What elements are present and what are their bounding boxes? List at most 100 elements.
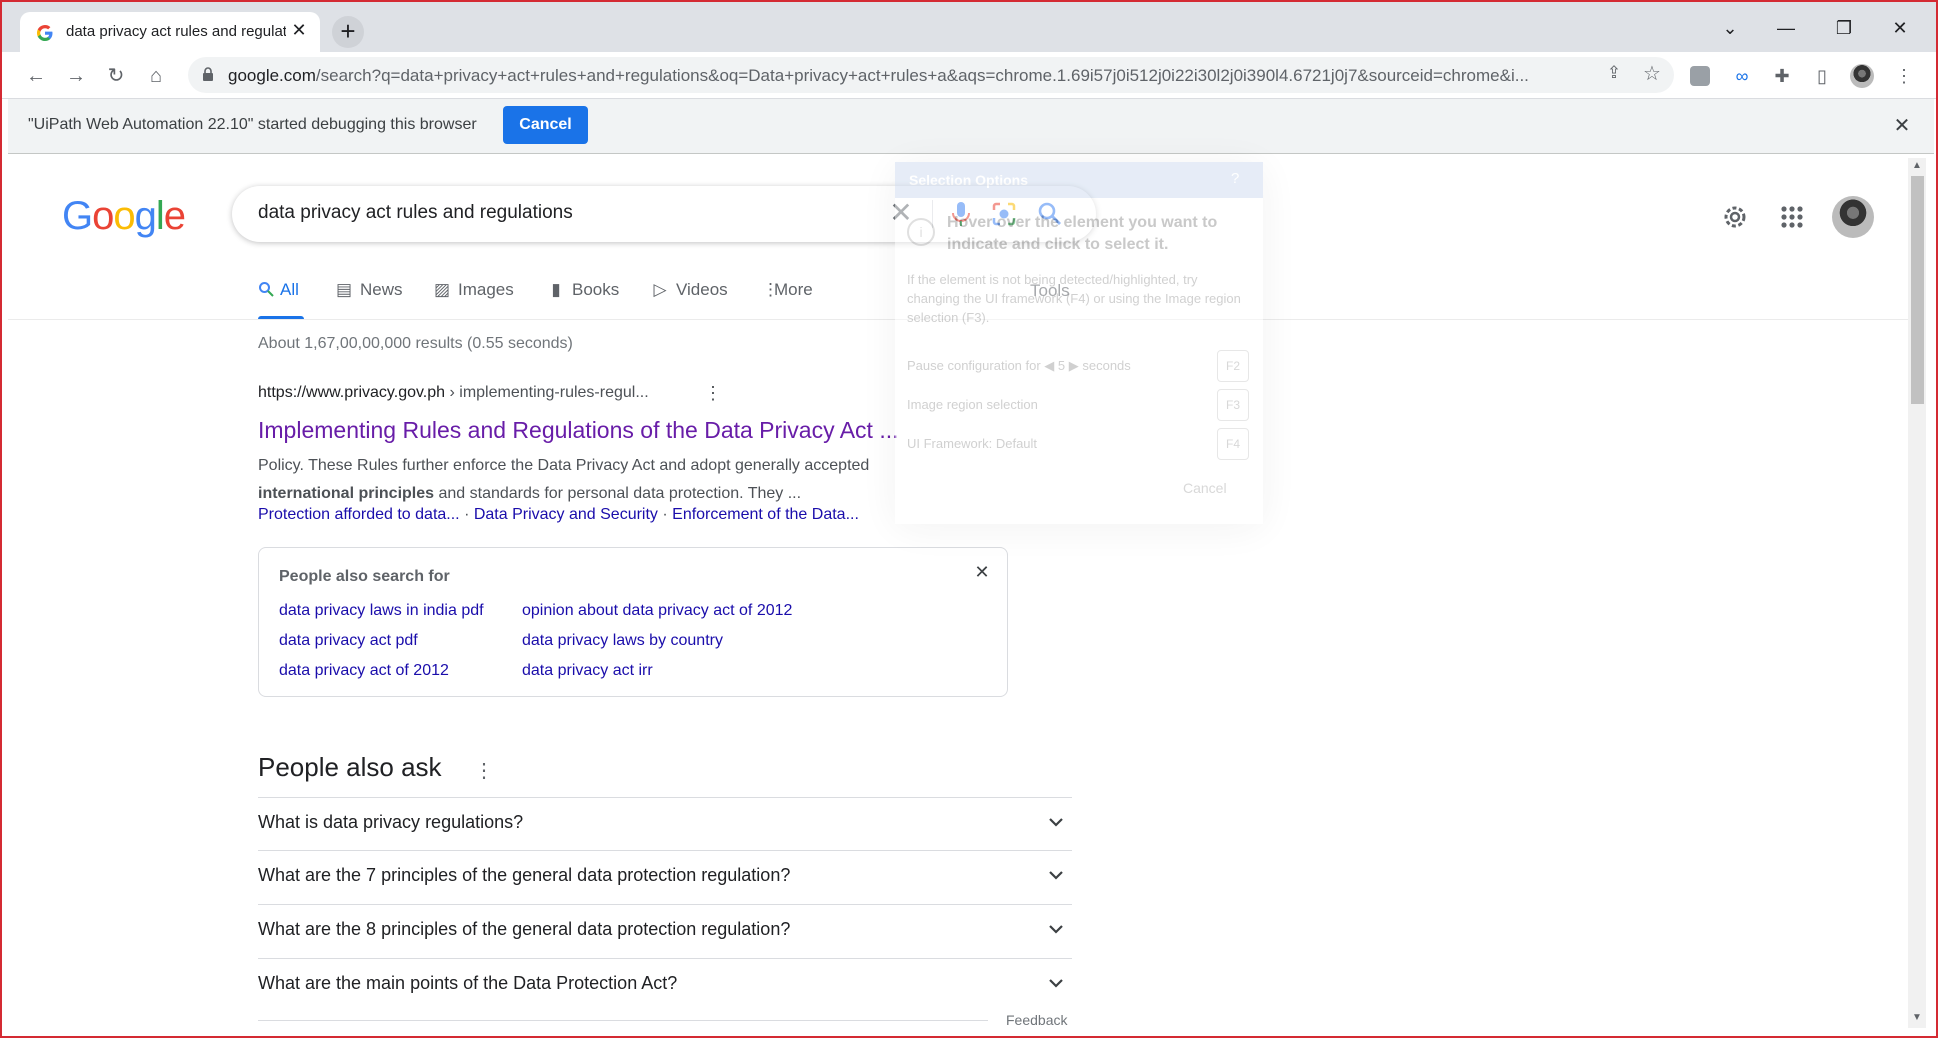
tab-title: data privacy act rules and regulat [66, 23, 286, 40]
bookmark-star-icon[interactable]: ☆ [1640, 61, 1664, 85]
sitelink[interactable]: Data Privacy and Security [474, 506, 658, 523]
result-cite[interactable]: https://www.privacy.gov.ph › implementin… [258, 384, 649, 402]
more-vert-icon: ⋮ [762, 280, 779, 299]
browser-toolbar: ← → ↻ ⌂ google.com/search?q=data+privacy… [2, 52, 1936, 99]
forward-icon[interactable]: → [62, 62, 90, 90]
more-options-icon[interactable]: ⋮ [474, 758, 494, 783]
infobar-cancel-button[interactable]: Cancel [503, 106, 588, 144]
side-panel-icon[interactable]: ▯ [1810, 64, 1834, 88]
tab-more[interactable]: ⋮More [762, 280, 813, 320]
chevron-down-icon[interactable] [1044, 917, 1068, 941]
chevron-down-icon[interactable] [1044, 810, 1068, 834]
search-input[interactable]: data privacy act rules and regulations [258, 202, 573, 224]
reload-icon[interactable]: ↻ [102, 62, 130, 90]
debug-infobar: "UiPath Web Automation 22.10" started de… [8, 99, 1934, 154]
image-region-option[interactable]: Image region selection [907, 397, 1038, 412]
book-icon: ▮ [551, 280, 561, 299]
browser-tab[interactable]: data privacy act rules and regulat ✕ [20, 12, 320, 54]
close-window-icon[interactable]: ✕ [1886, 18, 1914, 42]
result-title-link[interactable]: Implementing Rules and Regulations of th… [258, 417, 899, 444]
paa-question-text: What are the main points of the Data Pro… [258, 973, 678, 993]
browser-titlebar: data privacy act rules and regulat ✕ + ⌄… [2, 2, 1936, 54]
result-stats: About 1,67,00,00,000 results (0.55 secon… [258, 335, 573, 352]
paa-question[interactable]: What are the 8 principles of the general… [258, 904, 1072, 958]
tab-videos-label: Videos [676, 280, 728, 299]
paa-divider [258, 1020, 988, 1021]
chrome-menu-icon[interactable]: ⋮ [1892, 64, 1916, 88]
more-options-icon[interactable]: ⋮ [704, 383, 722, 403]
profile-avatar-icon[interactable] [1850, 64, 1874, 88]
tab-search-icon[interactable]: ⌄ [1716, 18, 1744, 42]
video-icon: ▷ [653, 280, 667, 299]
share-icon[interactable]: ⇪ [1602, 63, 1626, 87]
selection-options-header: Selection Options ? [895, 162, 1263, 198]
logo-letter: G [62, 194, 93, 238]
tab-all[interactable]: All [258, 280, 299, 320]
pasf-link[interactable]: data privacy act pdf [279, 632, 418, 650]
paa-question[interactable]: What are the main points of the Data Pro… [258, 958, 1072, 1012]
pasf-link[interactable]: data privacy act of 2012 [279, 662, 449, 680]
chevron-down-icon[interactable] [1044, 863, 1068, 887]
address-bar[interactable]: google.com/search?q=data+privacy+act+rul… [188, 57, 1674, 93]
google-logo[interactable]: Google [62, 194, 186, 239]
image-icon: ▨ [434, 280, 451, 299]
tab-images[interactable]: ▨ Images [434, 280, 514, 320]
selection-options-title: Selection Options [909, 172, 1029, 188]
logo-letter: o [113, 194, 135, 238]
feedback-link[interactable]: Feedback [1006, 1012, 1067, 1028]
help-icon[interactable]: ? [1231, 170, 1239, 187]
f2-key[interactable]: F2 [1217, 350, 1249, 382]
scroll-down-icon[interactable]: ▼ [1912, 1012, 1922, 1023]
sitelink[interactable]: Protection afforded to data... [258, 506, 460, 523]
logo-letter: g [134, 194, 157, 238]
back-icon[interactable]: ← [22, 62, 50, 90]
extension-icon[interactable] [1690, 66, 1710, 86]
settings-gear-icon[interactable] [1718, 200, 1752, 234]
account-avatar[interactable] [1832, 196, 1874, 238]
pasf-link[interactable]: data privacy act irr [522, 662, 653, 680]
pause-configuration-option[interactable]: Pause configuration for ◀ 5 ▶ seconds [907, 358, 1131, 374]
f4-key[interactable]: F4 [1217, 428, 1249, 460]
f3-key[interactable]: F3 [1217, 389, 1249, 421]
scrollbar-thumb[interactable] [1911, 176, 1924, 404]
infobar-close-icon[interactable]: ✕ [1890, 113, 1914, 137]
infobar-message: "UiPath Web Automation 22.10" started de… [28, 116, 477, 133]
paa-question[interactable]: What are the 7 principles of the general… [258, 850, 1072, 904]
minimize-icon[interactable]: — [1772, 18, 1800, 42]
google-apps-icon[interactable] [1775, 200, 1809, 234]
logo-letter: l [155, 194, 165, 238]
tab-books[interactable]: ▮ Books [548, 280, 619, 320]
tab-more-label: More [774, 280, 813, 299]
scroll-up-icon[interactable]: ▲ [1912, 160, 1922, 171]
tab-images-label: Images [458, 280, 514, 299]
lock-icon[interactable] [202, 67, 214, 81]
pasf-link[interactable]: data privacy laws by country [522, 632, 723, 650]
tab-news[interactable]: ▤ News [336, 280, 403, 320]
paa-question-text: What are the 7 principles of the general… [258, 865, 791, 885]
restore-icon[interactable]: ❐ [1830, 18, 1858, 42]
tab-close-icon[interactable]: ✕ [288, 19, 310, 41]
logo-letter: o [92, 194, 114, 238]
selection-cancel-button[interactable]: Cancel [1183, 480, 1227, 496]
pasf-link[interactable]: data privacy laws in india pdf [279, 602, 484, 620]
search-icon [259, 282, 274, 297]
result-sitelinks: Protection afforded to data... · Data Pr… [258, 506, 859, 523]
sitelink[interactable]: Enforcement of the Data... [672, 506, 859, 523]
uipath-extension-icon[interactable]: ∞ [1730, 64, 1754, 88]
tab-news-label: News [360, 280, 403, 299]
people-also-ask-title: People also ask [258, 752, 442, 782]
new-tab-button[interactable]: + [332, 16, 364, 48]
tab-books-label: Books [572, 280, 620, 299]
puzzle-extensions-icon[interactable]: ✚ [1770, 64, 1794, 88]
ui-framework-option[interactable]: UI Framework: Default [907, 436, 1037, 451]
paa-question[interactable]: What is data privacy regulations? [258, 797, 1072, 851]
selection-options-panel: Selection Options ? i Hover over the ele… [895, 162, 1263, 524]
home-icon[interactable]: ⌂ [142, 62, 170, 90]
tab-videos[interactable]: ▷ Videos [652, 280, 728, 320]
tab-all-label: All [280, 280, 299, 299]
close-icon[interactable]: ✕ [971, 562, 993, 584]
chevron-down-icon[interactable] [1044, 971, 1068, 995]
pasf-link[interactable]: opinion about data privacy act of 2012 [522, 602, 792, 620]
url-text[interactable]: google.com/search?q=data+privacy+act+rul… [228, 66, 1598, 86]
google-favicon-icon [37, 25, 53, 41]
